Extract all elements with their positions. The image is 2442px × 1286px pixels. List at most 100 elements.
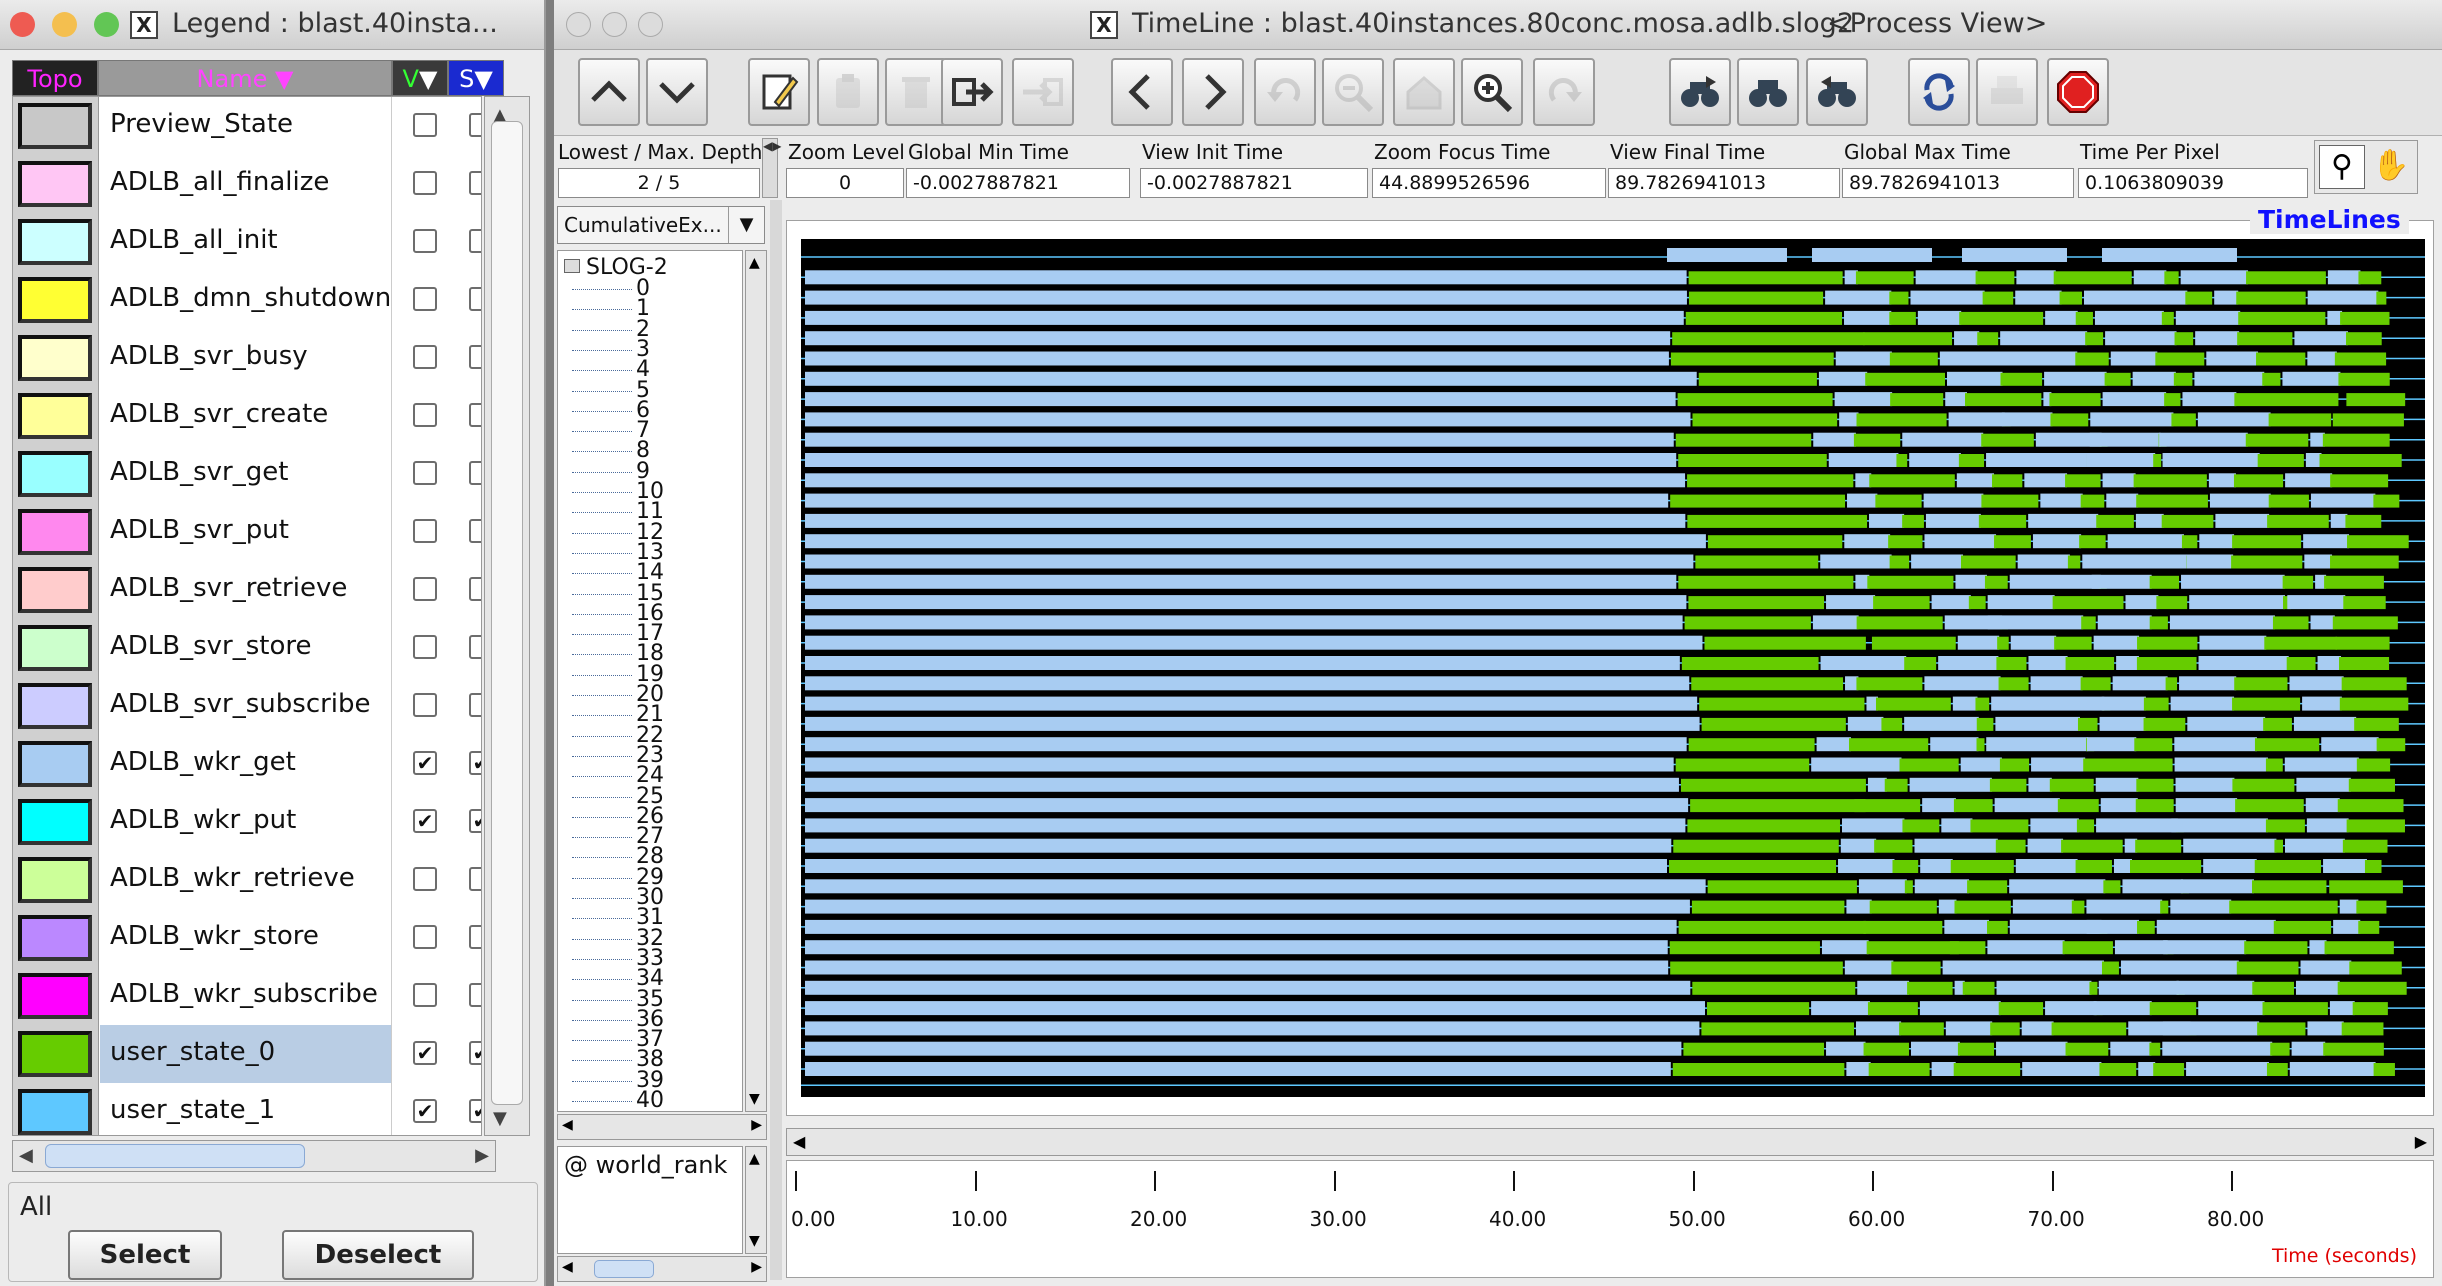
color-swatch[interactable] bbox=[18, 799, 92, 845]
visible-checkbox[interactable] bbox=[413, 287, 437, 311]
color-swatch[interactable] bbox=[18, 973, 92, 1019]
color-swatch[interactable] bbox=[18, 393, 92, 439]
scroll-left-icon[interactable]: ◀ bbox=[562, 1259, 573, 1275]
legend-row[interactable]: ADLB_wkr_retrieve bbox=[13, 851, 481, 909]
timelines-canvas[interactable] bbox=[787, 221, 2433, 1115]
name-cell[interactable]: user_state_1 bbox=[100, 1083, 392, 1135]
topo-cell[interactable] bbox=[13, 97, 99, 155]
visible-checkbox[interactable] bbox=[413, 345, 437, 369]
searchable-checkbox[interactable] bbox=[469, 461, 481, 485]
name-cell[interactable]: ADLB_svr_create bbox=[100, 387, 392, 445]
name-cell[interactable]: Preview_State bbox=[100, 97, 392, 155]
color-swatch[interactable] bbox=[18, 741, 92, 787]
edit-button[interactable] bbox=[748, 58, 811, 126]
searchable-checkbox[interactable] bbox=[469, 577, 481, 601]
color-swatch[interactable] bbox=[18, 1089, 92, 1135]
searchable-checkbox[interactable] bbox=[469, 867, 481, 891]
searchable-checkbox[interactable] bbox=[469, 403, 481, 427]
searchable-checkbox[interactable] bbox=[469, 983, 481, 1007]
searchable-checkbox[interactable] bbox=[469, 171, 481, 195]
zoom-in-button[interactable] bbox=[1461, 58, 1524, 126]
visible-checkbox[interactable] bbox=[413, 693, 437, 717]
searchable-checkbox[interactable] bbox=[469, 635, 481, 659]
scroll-left-icon[interactable]: ◀ bbox=[562, 1117, 573, 1133]
visible-checkbox[interactable] bbox=[413, 983, 437, 1007]
searchable-checkbox[interactable]: ✔ bbox=[469, 1099, 481, 1123]
legend-row[interactable]: user_state_0 ✔ ✔ bbox=[13, 1025, 481, 1083]
color-swatch[interactable] bbox=[18, 451, 92, 497]
topo-cell[interactable] bbox=[13, 967, 99, 1025]
global-max-time-field[interactable]: 89.7826941013 bbox=[1842, 168, 2074, 198]
import-button[interactable] bbox=[1011, 58, 1074, 126]
color-swatch[interactable] bbox=[18, 625, 92, 671]
view-init-time-field[interactable]: -0.0027887821 bbox=[1140, 168, 1368, 198]
topo-cell[interactable] bbox=[13, 735, 99, 793]
visible-checkbox[interactable] bbox=[413, 635, 437, 659]
clipboard-button[interactable] bbox=[816, 58, 879, 126]
visible-checkbox[interactable]: ✔ bbox=[413, 809, 437, 833]
topo-cell[interactable] bbox=[13, 387, 99, 445]
legend-vertical-scrollbar[interactable]: ▲ ▼ bbox=[484, 96, 530, 1136]
search-backward-button[interactable] bbox=[1805, 58, 1868, 126]
world-rank-label[interactable]: @ world_rank bbox=[564, 1151, 727, 1179]
visible-checkbox[interactable] bbox=[413, 171, 437, 195]
visible-checkbox[interactable] bbox=[413, 229, 437, 253]
zoom-out-button[interactable] bbox=[1321, 58, 1384, 126]
refresh-button[interactable] bbox=[1907, 58, 1970, 126]
topo-cell[interactable] bbox=[13, 1025, 99, 1083]
binoculars-button[interactable] bbox=[1737, 58, 1800, 126]
topo-column-header[interactable]: Topo bbox=[12, 60, 98, 96]
panel-splitter[interactable] bbox=[770, 200, 782, 1280]
zoom-focus-time-field[interactable]: 44.8899526596 bbox=[1372, 168, 1606, 198]
searchable-checkbox[interactable] bbox=[469, 519, 481, 543]
label-list-horizontal-scrollbar[interactable]: ◀ ▶ bbox=[557, 1256, 767, 1282]
minimize-window-button[interactable] bbox=[602, 12, 627, 37]
scroll-thumb-horizontal[interactable] bbox=[594, 1260, 654, 1278]
color-swatch[interactable] bbox=[18, 277, 92, 323]
name-cell[interactable]: ADLB_wkr_retrieve bbox=[100, 851, 392, 909]
scroll-right-icon[interactable]: ▶ bbox=[751, 1117, 762, 1133]
visible-checkbox[interactable] bbox=[413, 113, 437, 137]
searchable-checkbox[interactable] bbox=[469, 693, 481, 717]
searchable-checkbox[interactable] bbox=[469, 345, 481, 369]
down-button[interactable] bbox=[646, 58, 709, 126]
searchable-checkbox[interactable] bbox=[469, 229, 481, 253]
close-window-button[interactable] bbox=[566, 12, 591, 37]
stop-button[interactable] bbox=[2047, 58, 2110, 126]
minimize-window-button[interactable] bbox=[52, 12, 77, 37]
splitter-handle[interactable]: ◀▶ bbox=[762, 138, 781, 198]
name-cell[interactable]: ADLB_svr_retrieve bbox=[100, 561, 392, 619]
topo-cell[interactable] bbox=[13, 271, 99, 329]
canvas-horizontal-scrollbar[interactable]: ◀ ▶ bbox=[786, 1128, 2434, 1156]
tree-vertical-scrollbar[interactable]: ▲ ▼ bbox=[745, 250, 767, 1112]
visible-checkbox[interactable] bbox=[413, 925, 437, 949]
legend-row[interactable]: ADLB_all_finalize bbox=[13, 155, 481, 213]
visible-checkbox[interactable] bbox=[413, 519, 437, 543]
color-swatch[interactable] bbox=[18, 219, 92, 265]
tree-root-slog2[interactable]: SLOG-2 bbox=[586, 255, 668, 280]
scroll-up-icon[interactable]: ▲ bbox=[749, 1151, 760, 1167]
undo-button[interactable] bbox=[1253, 58, 1316, 126]
searchable-checkbox[interactable] bbox=[469, 113, 481, 137]
visible-checkbox[interactable]: ✔ bbox=[413, 1099, 437, 1123]
topo-cell[interactable] bbox=[13, 909, 99, 967]
name-cell[interactable]: ADLB_svr_busy bbox=[100, 329, 392, 387]
searchable-checkbox[interactable]: ✔ bbox=[469, 751, 481, 775]
time-per-pixel-field[interactable]: 0.1063809039 bbox=[2078, 168, 2308, 198]
legend-row[interactable]: ADLB_wkr_get ✔ ✔ bbox=[13, 735, 481, 793]
visible-column-header[interactable]: V▼ bbox=[392, 60, 448, 96]
legend-row[interactable]: user_state_1 ✔ ✔ bbox=[13, 1083, 481, 1135]
name-cell[interactable]: ADLB_svr_subscribe bbox=[100, 677, 392, 735]
view-final-time-field[interactable]: 89.7826941013 bbox=[1608, 168, 1840, 198]
scroll-up-icon[interactable]: ▲ bbox=[749, 255, 760, 271]
label-list-scrollbar[interactable]: ▲ ▼ bbox=[745, 1146, 767, 1254]
legend-row[interactable]: ADLB_all_init bbox=[13, 213, 481, 271]
name-cell[interactable]: ADLB_wkr_store bbox=[100, 909, 392, 967]
visible-checkbox[interactable] bbox=[413, 867, 437, 891]
color-swatch[interactable] bbox=[18, 103, 92, 149]
searchable-checkbox[interactable]: ✔ bbox=[469, 809, 481, 833]
zoom-window-button[interactable] bbox=[638, 12, 663, 37]
zoom-mode-icon[interactable]: ⚲ bbox=[2319, 145, 2365, 189]
print-button[interactable] bbox=[1976, 58, 2038, 126]
hand-mode-icon[interactable]: ✋ bbox=[2369, 145, 2413, 189]
